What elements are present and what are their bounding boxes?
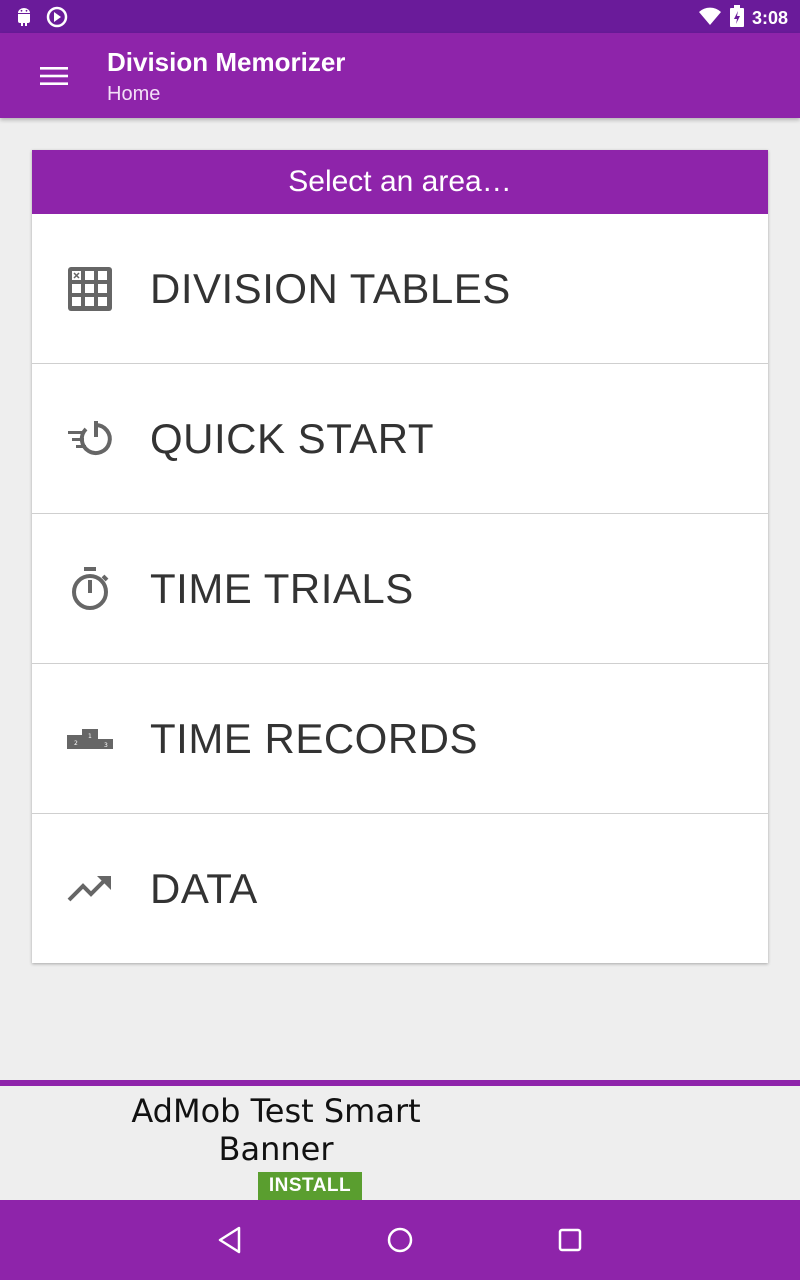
trending-up-icon <box>66 865 114 913</box>
area-select-card: Select an area… DIVISION TABLES QUICK ST… <box>32 150 768 963</box>
menu-item-label: DIVISION TABLES <box>150 264 511 312</box>
hamburger-menu-icon[interactable] <box>28 53 80 99</box>
menu-item-label: DATA <box>150 864 258 912</box>
app-title: Division Memorizer <box>107 47 346 77</box>
back-icon[interactable] <box>210 1220 250 1260</box>
menu-item-label: TIME RECORDS <box>150 714 479 762</box>
podium-icon: 2 1 3 <box>66 715 114 763</box>
ad-banner[interactable]: AdMob Test Smart Banner INSTALL <box>0 1080 800 1200</box>
menu-item-time-trials[interactable]: TIME TRIALS <box>32 514 768 664</box>
table-grid-icon <box>66 265 114 313</box>
svg-text:2: 2 <box>74 740 78 747</box>
ad-text: AdMob Test Smart Banner <box>131 1092 421 1168</box>
menu-item-data[interactable]: DATA <box>32 814 768 963</box>
status-time: 3:08 <box>751 8 788 28</box>
install-button[interactable]: INSTALL <box>258 1172 362 1200</box>
quick-timer-icon <box>66 415 114 463</box>
menu-item-time-records[interactable]: 2 1 3 TIME RECORDS <box>32 664 768 814</box>
android-icon <box>14 6 34 33</box>
menu-item-quick-start[interactable]: QUICK START <box>32 364 768 514</box>
home-icon[interactable] <box>380 1220 420 1260</box>
recents-icon[interactable] <box>550 1220 590 1260</box>
app-bar: Division Memorizer Home <box>0 33 800 118</box>
wifi-icon <box>698 6 722 31</box>
battery-icon <box>729 5 744 32</box>
status-bar: 3:08 <box>0 0 800 33</box>
sync-icon <box>46 6 68 33</box>
app-subtitle: Home <box>107 83 161 105</box>
svg-text:3: 3 <box>104 742 108 749</box>
menu-item-label: TIME TRIALS <box>150 564 414 612</box>
system-nav-bar <box>0 1200 800 1280</box>
stopwatch-icon <box>66 565 114 613</box>
menu-item-label: QUICK START <box>150 414 434 462</box>
card-header: Select an area… <box>32 150 768 214</box>
menu-item-division-tables[interactable]: DIVISION TABLES <box>32 214 768 364</box>
svg-text:1: 1 <box>88 733 92 740</box>
